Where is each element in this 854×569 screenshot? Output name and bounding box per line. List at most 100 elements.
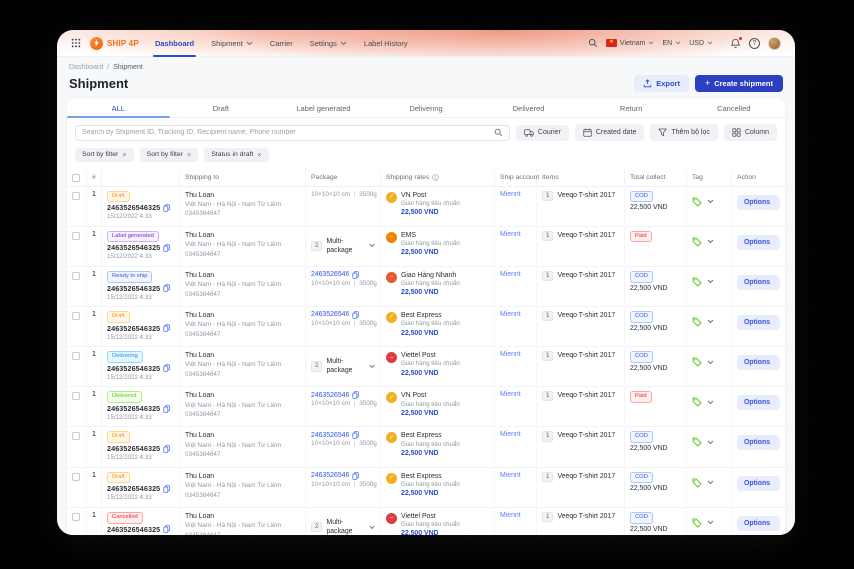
multi-package-toggle[interactable]: 2 Multi-package <box>311 237 375 256</box>
nav-item[interactable]: Shipment <box>211 30 253 57</box>
tag-icon[interactable] <box>692 357 702 367</box>
user-avatar[interactable] <box>768 37 781 50</box>
chevron-down-icon[interactable] <box>707 239 714 244</box>
remove-chip-icon[interactable]: × <box>257 151 261 159</box>
options-button[interactable]: Options <box>737 476 780 491</box>
copy-icon[interactable] <box>352 472 359 480</box>
chevron-down-icon[interactable] <box>707 360 714 365</box>
tag-icon[interactable] <box>692 518 702 528</box>
currency-selector[interactable]: USD <box>689 40 713 47</box>
tab[interactable]: Delivered <box>477 99 580 117</box>
info-icon[interactable] <box>432 174 439 181</box>
tag-icon[interactable] <box>692 237 702 247</box>
copy-icon[interactable] <box>163 364 170 372</box>
filter-chip[interactable]: Status in draft × <box>204 148 268 162</box>
chevron-down-icon[interactable] <box>707 199 714 204</box>
copy-icon[interactable] <box>163 485 170 493</box>
filter-chip[interactable]: Sort by filter × <box>140 148 199 162</box>
options-button[interactable]: Options <box>737 435 780 450</box>
copy-icon[interactable] <box>352 271 359 279</box>
created-date-filter-button[interactable]: Created date <box>575 124 644 141</box>
tab[interactable]: ALL <box>67 99 170 117</box>
tab[interactable]: Cancelled <box>682 99 785 117</box>
row-checkbox[interactable] <box>72 192 80 200</box>
copy-icon[interactable] <box>163 284 170 292</box>
brand-logo[interactable]: SHIP 4P <box>90 37 139 50</box>
multi-package-toggle[interactable]: 2 Multi-package <box>311 518 375 535</box>
ship-account-link[interactable]: Miennt <box>500 311 531 318</box>
more-filters-button[interactable]: Thêm bộ lọc <box>650 124 718 141</box>
chevron-down-icon[interactable] <box>707 279 714 284</box>
options-button[interactable]: Options <box>737 275 780 290</box>
filter-chip[interactable]: Sort by filter × <box>75 148 134 162</box>
row-checkbox[interactable] <box>72 513 80 521</box>
multi-package-toggle[interactable]: 2 Multi-package <box>311 357 375 376</box>
ship-account-link[interactable]: Miennt <box>500 472 531 479</box>
courier-filter-button[interactable]: Courier <box>516 125 569 141</box>
copy-icon[interactable] <box>163 244 170 252</box>
options-button[interactable]: Options <box>737 235 780 250</box>
options-button[interactable]: Options <box>737 516 780 531</box>
search-icon[interactable] <box>588 38 598 48</box>
options-button[interactable]: Options <box>737 355 780 370</box>
country-selector[interactable]: ★ Vietnam <box>606 39 655 47</box>
row-checkbox[interactable] <box>72 352 80 360</box>
copy-icon[interactable] <box>352 311 359 319</box>
row-checkbox[interactable] <box>72 232 80 240</box>
chevron-down-icon[interactable] <box>707 520 714 525</box>
copy-icon[interactable] <box>352 391 359 399</box>
apps-grid-icon[interactable] <box>71 38 81 48</box>
create-shipment-button[interactable]: + Create shipment <box>695 75 783 92</box>
nav-item[interactable]: Carrier <box>270 30 293 57</box>
export-button[interactable]: Export <box>634 75 689 92</box>
row-checkbox[interactable] <box>72 432 80 440</box>
help-icon[interactable]: ? <box>749 38 760 49</box>
row-checkbox[interactable] <box>72 392 80 400</box>
options-button[interactable]: Options <box>737 395 780 410</box>
remove-chip-icon[interactable]: × <box>122 151 126 159</box>
chevron-down-icon[interactable] <box>707 480 714 485</box>
chevron-down-icon[interactable] <box>707 440 714 445</box>
search-icon[interactable] <box>494 128 503 137</box>
tab[interactable]: Label generated <box>272 99 375 117</box>
nav-item[interactable]: Settings <box>310 30 347 57</box>
nav-item[interactable]: Dashboard <box>155 30 194 57</box>
tag-icon[interactable] <box>692 317 702 327</box>
remove-chip-icon[interactable]: × <box>187 151 191 159</box>
notifications-bell-icon[interactable] <box>730 38 741 49</box>
nav-item[interactable]: Label History <box>364 30 408 57</box>
select-all-checkbox[interactable] <box>72 174 80 182</box>
copy-icon[interactable] <box>163 525 170 533</box>
search-input[interactable] <box>82 129 494 136</box>
tab[interactable]: Return <box>580 99 683 117</box>
tag-icon[interactable] <box>692 478 702 488</box>
ship-account-link[interactable]: Miennt <box>500 431 531 438</box>
copy-icon[interactable] <box>163 445 170 453</box>
row-checkbox[interactable] <box>72 272 80 280</box>
copy-icon[interactable] <box>163 405 170 413</box>
tag-icon[interactable] <box>692 277 702 287</box>
tab[interactable]: Delivering <box>375 99 478 117</box>
language-selector[interactable]: EN <box>662 40 681 47</box>
row-checkbox[interactable] <box>72 312 80 320</box>
ship-account-link[interactable]: Miennt <box>500 391 531 398</box>
ship-account-link[interactable]: Miennt <box>500 271 531 278</box>
copy-icon[interactable] <box>352 431 359 439</box>
column-settings-button[interactable]: Column <box>724 124 777 141</box>
ship-account-link[interactable]: Miennt <box>500 512 531 519</box>
ship-account-link[interactable]: Miennt <box>500 351 531 358</box>
tag-icon[interactable] <box>692 397 702 407</box>
ship-account-link[interactable]: Miennt <box>500 231 531 238</box>
tag-icon[interactable] <box>692 437 702 447</box>
row-checkbox[interactable] <box>72 473 80 481</box>
copy-icon[interactable] <box>163 204 170 212</box>
chevron-down-icon[interactable] <box>707 319 714 324</box>
chevron-down-icon[interactable] <box>707 400 714 405</box>
copy-icon[interactable] <box>163 324 170 332</box>
tab[interactable]: Draft <box>170 99 273 117</box>
options-button[interactable]: Options <box>737 195 780 210</box>
breadcrumb-parent[interactable]: Dashboard <box>69 64 103 71</box>
ship-account-link[interactable]: Miennt <box>500 191 531 198</box>
options-button[interactable]: Options <box>737 315 780 330</box>
tag-icon[interactable] <box>692 197 702 207</box>
